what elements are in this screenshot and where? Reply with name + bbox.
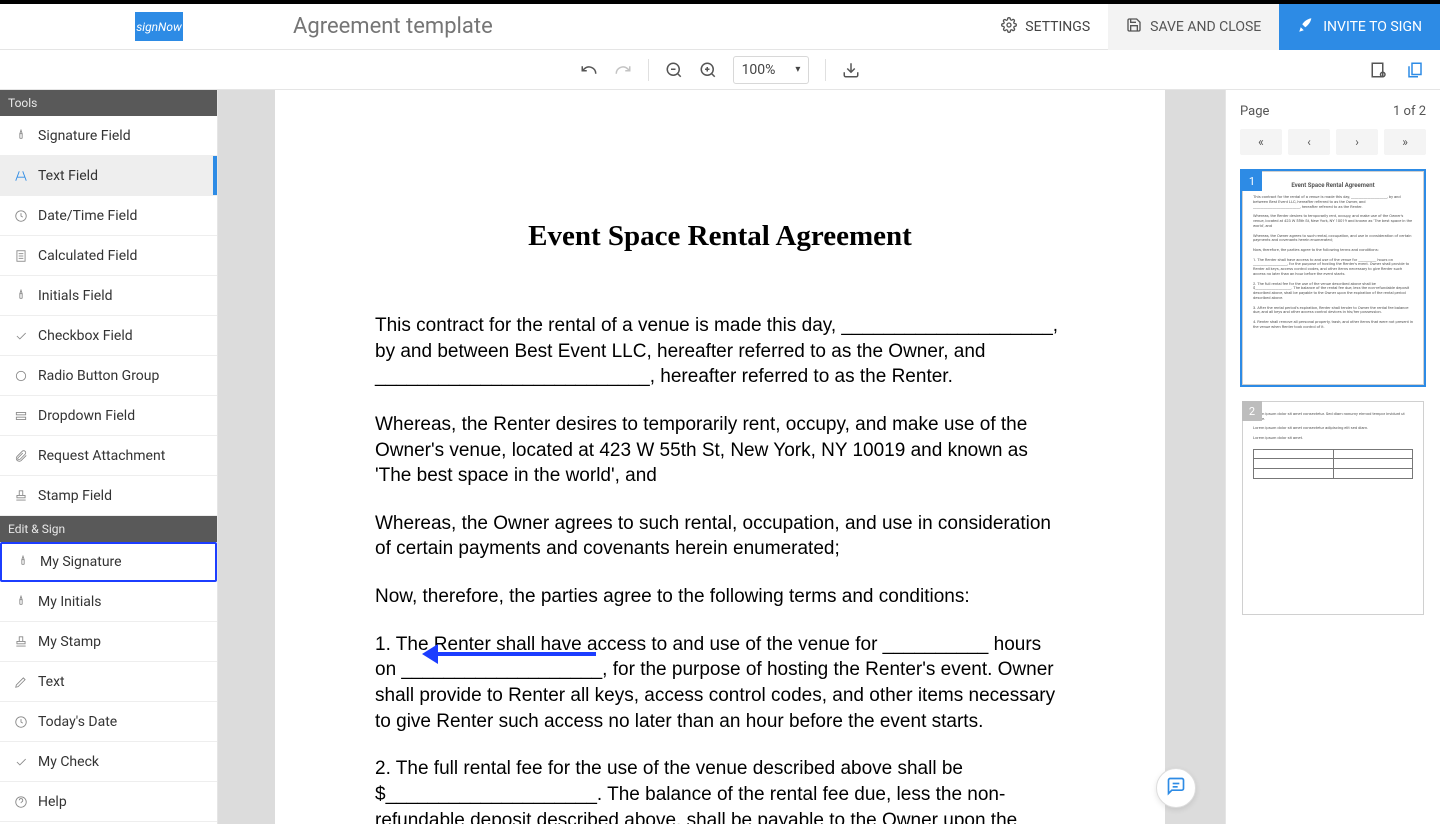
doc-paragraph: 1. The Renter shall have access to and u… xyxy=(375,632,1065,735)
check-icon xyxy=(14,755,28,769)
feather-icon xyxy=(1297,16,1315,38)
double-chevron-right-icon: » xyxy=(1402,135,1408,149)
edit-todays-date[interactable]: Today's Date xyxy=(0,702,217,742)
text-icon xyxy=(14,169,28,183)
tool-dropdown-field[interactable]: Dropdown Field xyxy=(0,396,217,436)
callout-arrow xyxy=(436,652,596,656)
page-label: Page xyxy=(1240,104,1269,119)
tool-calculated-field[interactable]: Calculated Field xyxy=(0,236,217,276)
app-header: signNow SETTINGS SAVE AND CLOSE INVITE T… xyxy=(0,4,1440,50)
document-title-input[interactable] xyxy=(293,14,983,39)
clock-icon xyxy=(14,209,28,223)
pen-icon xyxy=(14,675,28,689)
tool-datetime-field[interactable]: Date/Time Field xyxy=(0,196,217,236)
initials-icon xyxy=(14,595,28,609)
zoom-select[interactable]: 100% ▾ xyxy=(733,56,810,84)
dropdown-icon xyxy=(14,409,28,423)
edit-my-signature[interactable]: My Signature xyxy=(0,542,217,582)
edit-my-initials[interactable]: My Initials xyxy=(0,582,217,622)
chat-icon xyxy=(1166,776,1186,800)
thumbnail-preview: Lorem ipsum dolor sit amet consectetur. … xyxy=(1242,401,1424,615)
download-button[interactable] xyxy=(842,61,860,79)
stamp-icon xyxy=(14,489,28,503)
save-close-button[interactable]: SAVE AND CLOSE xyxy=(1108,4,1279,50)
document-page-1: Event Space Rental Agreement This contra… xyxy=(275,90,1165,824)
double-chevron-left-icon: « xyxy=(1258,135,1264,149)
prev-page-button[interactable]: ‹ xyxy=(1288,129,1330,155)
attachment-icon xyxy=(14,449,28,463)
doc-title: Event Space Rental Agreement xyxy=(375,220,1065,253)
save-icon xyxy=(1126,17,1142,37)
signature-icon xyxy=(16,555,30,569)
edit-sign-section-header: Edit & Sign xyxy=(0,516,217,542)
page-thumbnail-2[interactable]: 2 Lorem ipsum dolor sit amet consectetur… xyxy=(1240,399,1426,617)
initials-icon xyxy=(14,289,28,303)
help-icon xyxy=(14,795,28,809)
document-canvas[interactable]: Event Space Rental Agreement This contra… xyxy=(218,90,1225,824)
invite-to-sign-button[interactable]: INVITE TO SIGN xyxy=(1279,4,1440,50)
signature-icon xyxy=(14,129,28,143)
radio-icon xyxy=(14,369,28,383)
doc-paragraph: This contract for the rental of a venue … xyxy=(375,313,1065,390)
tool-checkbox-field[interactable]: Checkbox Field xyxy=(0,316,217,356)
tool-request-attachment[interactable]: Request Attachment xyxy=(0,436,217,476)
zoom-in-button[interactable] xyxy=(699,61,717,79)
pages-panel-toggle[interactable] xyxy=(1406,61,1424,79)
edit-help[interactable]: Help xyxy=(0,782,217,822)
tool-signature-field[interactable]: Signature Field xyxy=(0,116,217,156)
tools-section-header: Tools xyxy=(0,90,217,116)
doc-paragraph: Whereas, the Renter desires to temporari… xyxy=(375,412,1065,489)
tool-initials-field[interactable]: Initials Field xyxy=(0,276,217,316)
edit-text[interactable]: Text xyxy=(0,662,217,702)
tool-stamp-field[interactable]: Stamp Field xyxy=(0,476,217,516)
redo-button[interactable] xyxy=(614,61,632,79)
edit-my-stamp[interactable]: My Stamp xyxy=(0,622,217,662)
tools-sidebar: Tools Signature Field Text Field Date/Ti… xyxy=(0,90,218,824)
stamp-icon xyxy=(14,635,28,649)
main-area: Tools Signature Field Text Field Date/Ti… xyxy=(0,90,1440,824)
thumbnail-preview: Event Space Rental Agreement This contra… xyxy=(1242,171,1424,385)
app-logo: signNow xyxy=(135,12,183,41)
doc-paragraph: 2. The full rental fee for the use of th… xyxy=(375,756,1065,824)
toolbar: 100% ▾ xyxy=(0,50,1440,90)
layout-settings-button[interactable] xyxy=(1370,61,1388,79)
thumbnail-number: 2 xyxy=(1242,401,1262,421)
last-page-button[interactable]: » xyxy=(1384,129,1426,155)
page-thumbnail-1[interactable]: 1 Event Space Rental Agreement This cont… xyxy=(1240,169,1426,387)
tool-text-field[interactable]: Text Field xyxy=(0,156,217,196)
calculator-icon xyxy=(14,249,28,263)
clock-icon xyxy=(14,715,28,729)
thumbnail-number: 1 xyxy=(1242,171,1262,191)
settings-button[interactable]: SETTINGS xyxy=(983,4,1108,50)
check-icon xyxy=(14,329,28,343)
chevron-right-icon: › xyxy=(1355,135,1359,149)
page-count: 1 of 2 xyxy=(1393,104,1426,119)
next-page-button[interactable]: › xyxy=(1336,129,1378,155)
first-page-button[interactable]: « xyxy=(1240,129,1282,155)
doc-paragraph: Whereas, the Owner agrees to such rental… xyxy=(375,511,1065,562)
chevron-left-icon: ‹ xyxy=(1307,135,1311,149)
pages-panel: Page 1 of 2 « ‹ › » 1 Event Space Rental… xyxy=(1225,90,1440,824)
gear-icon xyxy=(1001,17,1017,37)
tool-radio-button-group[interactable]: Radio Button Group xyxy=(0,356,217,396)
caret-down-icon: ▾ xyxy=(795,64,800,75)
edit-my-check[interactable]: My Check xyxy=(0,742,217,782)
chat-support-button[interactable] xyxy=(1156,768,1196,808)
zoom-out-button[interactable] xyxy=(665,61,683,79)
undo-button[interactable] xyxy=(580,61,598,79)
doc-paragraph: Now, therefore, the parties agree to the… xyxy=(375,584,1065,610)
